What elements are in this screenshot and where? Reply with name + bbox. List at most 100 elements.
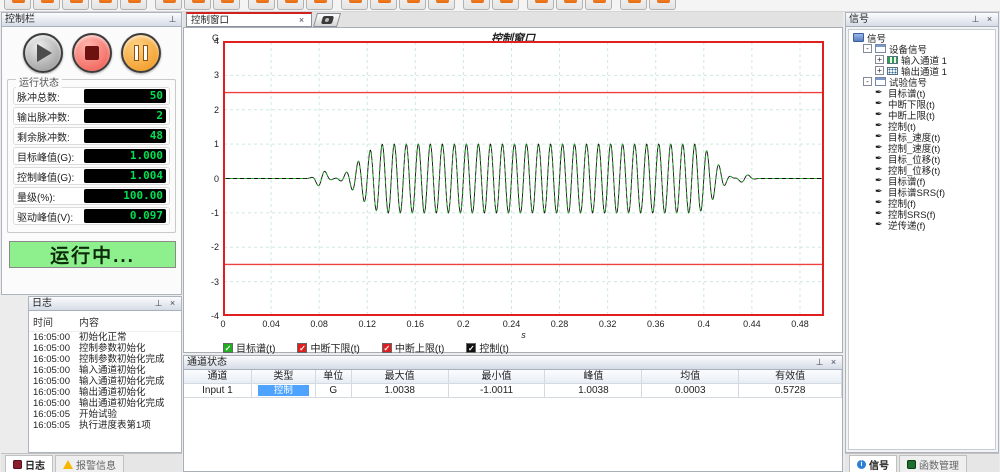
signal-icon: ✒: [875, 110, 885, 119]
toolbar-button[interactable]: [277, 0, 304, 10]
toolbar-button[interactable]: [370, 0, 397, 10]
toolbar-button[interactable]: [585, 0, 612, 10]
log-row-content: 执行进度表第1项: [79, 420, 151, 431]
tree-node[interactable]: ✒逆传递(f): [851, 219, 995, 230]
signal-dock-tab[interactable]: i信号: [849, 455, 897, 472]
toolbar-button[interactable]: [248, 0, 275, 10]
log-dock-tab[interactable]: 报警信息: [55, 455, 124, 472]
signal-panel: 信号 ⊥ × 信号-设备信号+输入通道 1+输出通道 1-试验信号✒目标谱(t)…: [845, 12, 999, 453]
chart-plot-area[interactable]: [223, 41, 824, 316]
x-tick-label: 0.2: [446, 319, 480, 329]
legend-item[interactable]: ✓目标谱(t): [223, 340, 275, 355]
expand-icon[interactable]: +: [875, 66, 884, 75]
pin-icon[interactable]: ⊥: [814, 357, 825, 368]
tab-control-window-label: 控制窗口: [191, 14, 293, 27]
chart-x-axis-label: s: [223, 330, 824, 340]
collapse-icon[interactable]: -: [863, 77, 872, 86]
log-row: 16:05:00输入通道初始化完成: [29, 376, 181, 387]
channel-table-header-row: 通道类型单位最大值最小值峰值均值有效值: [184, 370, 842, 384]
toolbar-button[interactable]: [527, 0, 554, 10]
channel-table-cell: Input 1: [184, 384, 252, 398]
pin-icon[interactable]: ⊥: [167, 14, 178, 25]
y-tick-label: 0: [201, 174, 219, 184]
tree-node[interactable]: ✒目标谱SRS(f): [851, 186, 995, 197]
close-icon[interactable]: ×: [828, 357, 839, 368]
legend-checkbox[interactable]: ✓: [382, 343, 392, 353]
legend-item[interactable]: ✓中断下限(t): [297, 340, 359, 355]
screenshot-tab[interactable]: [313, 13, 341, 27]
channel-table-row[interactable]: Input 1控制G1.0038-1.00111.00380.00030.572…: [184, 384, 842, 398]
tab-close-icon[interactable]: ×: [296, 15, 307, 26]
log-dock-tab[interactable]: 日志: [5, 455, 53, 472]
toolbar-button[interactable]: [62, 0, 89, 10]
signal-icon: ✒: [875, 132, 885, 141]
x-tick-label: 0.36: [639, 319, 673, 329]
toolbar-button[interactable]: [4, 0, 31, 10]
tab-control-window[interactable]: 控制窗口 ×: [186, 12, 312, 27]
toolbar-icon: [12, 0, 25, 3]
chart-legend: ✓目标谱(t)✓中断下限(t)✓中断上限(t)✓控制(t): [223, 340, 509, 355]
control-bar-title: 控制栏: [5, 13, 164, 26]
toolbar-button[interactable]: [341, 0, 368, 10]
control-window-chart-panel: 控制窗口 G 43210-1-2-3-4 00.040.080.120.160.…: [183, 27, 843, 353]
expand-icon[interactable]: +: [875, 55, 884, 64]
signal-dock-tab[interactable]: 函数管理: [899, 455, 967, 472]
legend-checkbox[interactable]: ✓: [466, 343, 476, 353]
pause-button[interactable]: [121, 33, 161, 73]
stop-button[interactable]: [72, 33, 112, 73]
toolbar-button[interactable]: [306, 0, 333, 10]
transport-controls: [2, 33, 181, 73]
log-row: 16:05:05开始试验: [29, 409, 181, 420]
status-field-row: 量级(%):100.00: [13, 187, 170, 205]
legend-label: 中断上限(t): [395, 340, 444, 355]
log-rows: 16:05:00初始化正常16:05:00控制参数初始化16:05:00控制参数…: [29, 332, 181, 431]
toolbar-button[interactable]: [492, 0, 519, 10]
toolbar-button[interactable]: [213, 0, 240, 10]
toolbar-button[interactable]: [91, 0, 118, 10]
channel-table-header-cell: 通道: [184, 370, 252, 384]
toolbar-button[interactable]: [120, 0, 147, 10]
signals-root-icon: [853, 33, 864, 42]
log-row: 16:05:00输出通道初始化: [29, 387, 181, 398]
channel-table-header-cell: 有效值: [739, 370, 842, 384]
status-field-value: 0.097: [84, 209, 166, 223]
legend-checkbox[interactable]: ✓: [297, 343, 307, 353]
close-icon[interactable]: ×: [167, 298, 178, 309]
toolbar-button[interactable]: [155, 0, 182, 10]
toolbar-button[interactable]: [556, 0, 583, 10]
toolbar-button[interactable]: [463, 0, 490, 10]
toolbar-button[interactable]: [428, 0, 455, 10]
status-field-label: 驱动峰值(V):: [17, 209, 84, 224]
x-tick-label: 0.28: [543, 319, 577, 329]
toolbar-button[interactable]: [399, 0, 426, 10]
log-row-time: 16:05:05: [33, 420, 79, 431]
legend-item[interactable]: ✓中断上限(t): [382, 340, 444, 355]
run-status-indicator: 运行中...: [9, 241, 176, 268]
legend-item[interactable]: ✓控制(t): [466, 340, 508, 355]
log-row-time: 16:05:00: [33, 387, 79, 398]
collapse-icon[interactable]: -: [863, 44, 872, 53]
y-tick-label: 4: [201, 36, 219, 46]
toolbar-button[interactable]: [620, 0, 647, 10]
log-panel-title: 日志: [32, 297, 150, 310]
target-waveform: [223, 144, 824, 213]
tree-node[interactable]: ✒中断上限(t): [851, 109, 995, 120]
pin-icon[interactable]: ⊥: [970, 14, 981, 25]
channel-status-table: 通道类型单位最大值最小值峰值均值有效值Input 1控制G1.0038-1.00…: [184, 370, 842, 398]
control-bar-header: 控制栏 ⊥: [2, 13, 181, 27]
channel-table-header-cell: 单位: [316, 370, 352, 384]
pin-icon[interactable]: ⊥: [153, 298, 164, 309]
legend-checkbox[interactable]: ✓: [223, 343, 233, 353]
toolbar-button[interactable]: [649, 0, 676, 10]
signal-icon: ✒: [875, 165, 885, 174]
toolbar-icon: [628, 0, 641, 3]
toolbar-button[interactable]: [184, 0, 211, 10]
close-icon[interactable]: ×: [984, 14, 995, 25]
toolbar-button[interactable]: [33, 0, 60, 10]
toolbar-icon: [471, 0, 484, 3]
play-button[interactable]: [23, 33, 63, 73]
status-field-label: 控制峰值(G):: [17, 169, 84, 184]
y-tick-label: 2: [201, 105, 219, 115]
channel-table-cell: 0.5728: [739, 384, 842, 398]
signal-icon: ✒: [875, 99, 885, 108]
